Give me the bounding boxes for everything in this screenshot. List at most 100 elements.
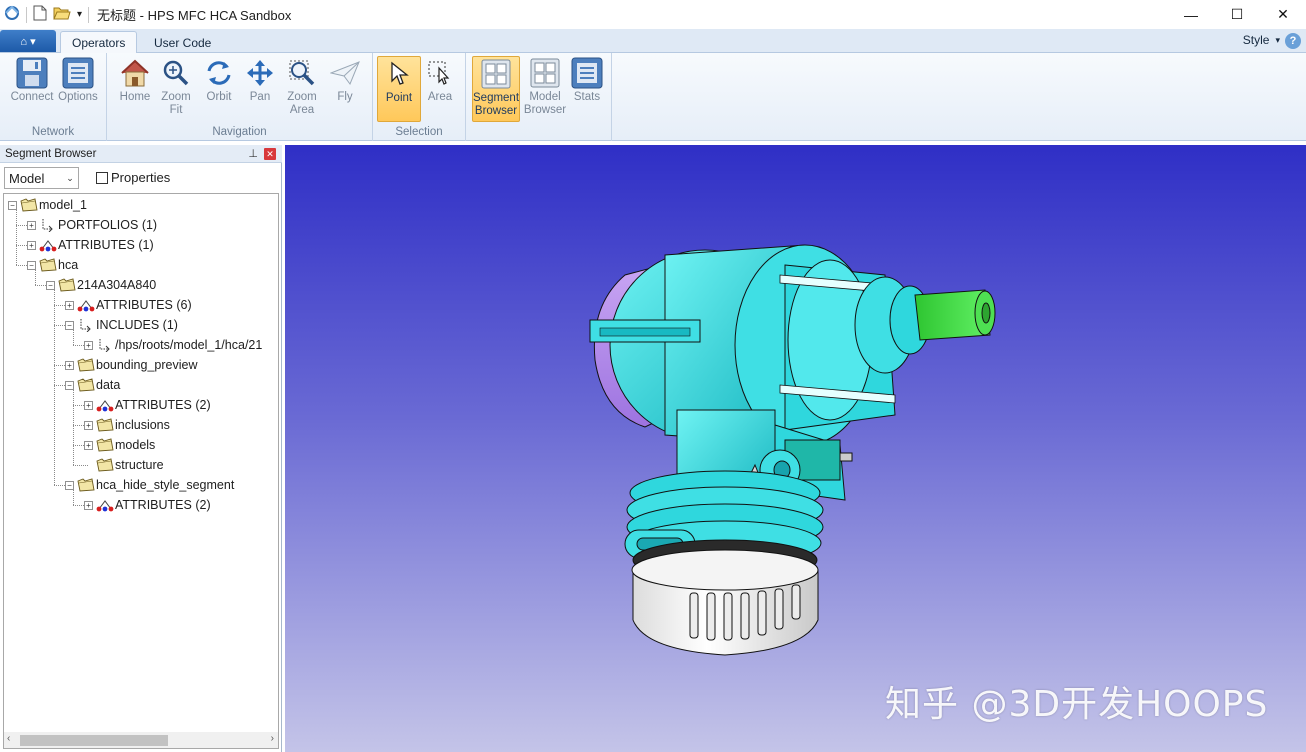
zoom-area-label: Zoom Area — [287, 91, 317, 116]
tree-connector — [54, 290, 55, 485]
home-button[interactable]: Home — [113, 56, 157, 122]
model-browser-label: Model Browser — [523, 91, 567, 116]
stats-icon — [570, 56, 604, 90]
expand-icon[interactable]: + — [27, 220, 36, 230]
close-panel-button[interactable]: ✕ — [264, 148, 276, 160]
tree-node[interactable]: + inclusions — [84, 415, 170, 435]
connect-button[interactable]: Connect — [10, 56, 54, 122]
tree-node[interactable]: + ATTRIBUTES (6) — [65, 295, 192, 315]
expand-icon[interactable]: + — [84, 340, 93, 350]
open-folder-icon[interactable] — [53, 5, 71, 24]
collapse-icon[interactable]: − — [65, 320, 74, 330]
tree-node-label: inclusions — [115, 418, 170, 432]
customize-qa-icon[interactable]: ▾ — [77, 9, 82, 20]
ribbon-group-selection: Point Area Selection — [373, 53, 466, 141]
chevron-down-icon: ⌄ — [66, 172, 74, 183]
scroll-right-icon[interactable]: › — [271, 733, 274, 744]
expand-icon[interactable]: + — [84, 440, 93, 450]
point-label: Point — [385, 92, 413, 104]
tab-operators[interactable]: Operators — [60, 31, 138, 54]
expand-icon[interactable]: + — [27, 240, 36, 250]
tree-node-label: /hps/roots/model_1/hca/21 — [115, 338, 263, 352]
horizontal-scrollbar[interactable]: ‹ › — [3, 732, 279, 749]
fly-button[interactable]: Fly — [323, 56, 367, 122]
group-label-network: Network — [31, 126, 75, 138]
style-menu[interactable]: Style ▾ — [1243, 33, 1280, 47]
pan-button[interactable]: Pan — [238, 56, 282, 122]
help-icon[interactable]: ? — [1285, 33, 1301, 49]
collapse-icon[interactable]: − — [65, 480, 74, 490]
tree-node[interactable]: structure — [84, 455, 164, 475]
folder-icon — [77, 478, 95, 492]
new-file-icon[interactable] — [33, 5, 47, 24]
expand-icon[interactable]: + — [65, 300, 74, 310]
tree-node-label: 214A304A840 — [77, 278, 157, 292]
segment-browser-button[interactable]: Segment Browser — [472, 56, 520, 122]
tree-node-label: ATTRIBUTES (1) — [58, 238, 154, 252]
folder-icon — [77, 378, 95, 392]
collapse-icon[interactable]: − — [46, 280, 55, 290]
tree-node[interactable]: + ATTRIBUTES (2) — [84, 495, 211, 515]
options-label: Options — [58, 91, 98, 103]
tree-node[interactable]: − hca_hide_style_segment — [65, 475, 234, 495]
tree-node[interactable]: − model_1 — [8, 195, 87, 215]
3d-viewport[interactable]: 知乎 @3D开发HOOPS — [285, 145, 1306, 752]
tree-node[interactable]: − INCLUDES (1) — [65, 315, 178, 335]
tree-node[interactable]: + ATTRIBUTES (1) — [27, 235, 154, 255]
tree-node[interactable]: − data — [65, 375, 120, 395]
expand-icon[interactable]: + — [84, 420, 93, 430]
options-icon — [61, 56, 95, 90]
stats-button[interactable]: Stats — [565, 56, 609, 122]
tree-node[interactable]: + models — [84, 435, 155, 455]
tree-node[interactable]: + /hps/roots/model_1/hca/21 — [84, 335, 262, 355]
expand-icon[interactable]: + — [65, 360, 74, 370]
area-select-button[interactable]: Area — [418, 56, 462, 122]
scroll-left-icon[interactable]: ‹ — [7, 733, 10, 744]
zoom-fit-button[interactable]: Zoom Fit — [154, 56, 198, 122]
tree-node[interactable]: − 214A304A840 — [46, 275, 156, 295]
tree-node[interactable]: − hca — [27, 255, 78, 275]
scrollbar-thumb[interactable] — [20, 735, 168, 746]
orbit-label: Orbit — [206, 91, 232, 103]
minimize-button[interactable]: — — [1168, 0, 1214, 29]
zoom-fit-label: Zoom Fit — [161, 91, 191, 116]
home-icon — [118, 56, 152, 90]
options-button[interactable]: Options — [56, 56, 100, 122]
tree-node-label: model_1 — [39, 198, 87, 212]
orbit-button[interactable]: Orbit — [197, 56, 241, 122]
engine-model[interactable] — [285, 145, 1306, 752]
attributes-icon — [96, 498, 114, 512]
tree-node[interactable]: + PORTFOLIOS (1) — [27, 215, 157, 235]
pan-label: Pan — [249, 91, 271, 103]
zoom-area-button[interactable]: Zoom Area — [280, 56, 324, 122]
group-label-selection: Selection — [395, 126, 443, 138]
expand-icon[interactable]: + — [84, 500, 93, 510]
pointer-icon — [382, 57, 416, 91]
pin-icon[interactable]: ⊥ — [248, 147, 258, 160]
collapse-icon[interactable]: − — [27, 260, 36, 270]
collapse-icon[interactable]: − — [8, 200, 17, 210]
collapse-icon[interactable]: − — [65, 380, 74, 390]
properties-checkbox[interactable]: Properties — [96, 170, 170, 185]
ribbon-group-network: Connect Options Network — [0, 53, 107, 141]
group-label-navigation: Navigation — [212, 126, 267, 138]
folder-icon — [77, 358, 95, 372]
folder-icon — [39, 258, 57, 272]
close-window-button[interactable]: ✕ — [1260, 0, 1306, 29]
tree-node[interactable]: + ATTRIBUTES (2) — [84, 395, 211, 415]
model-browser-button[interactable]: Model Browser — [521, 56, 569, 122]
maximize-button[interactable]: ☐ — [1214, 0, 1260, 29]
segment-tree[interactable]: − model_1 + PORTFOLIOS (1) + ATTRIBUTES (1) − h… — [3, 193, 279, 733]
ribbon-group-browsers: Segment Browser Model Browser Stats — [466, 53, 612, 141]
tree-node[interactable]: + bounding_preview — [65, 355, 197, 375]
folder-icon — [96, 418, 114, 432]
point-select-button[interactable]: Point — [377, 56, 421, 122]
folder-icon — [20, 198, 38, 212]
expand-icon[interactable]: + — [84, 400, 93, 410]
app-logo-icon[interactable] — [4, 5, 20, 24]
application-menu-button[interactable]: ⌂ ▾ — [0, 30, 56, 52]
folder-icon — [96, 438, 114, 452]
tab-user-code[interactable]: User Code — [143, 31, 222, 54]
checkbox-box[interactable] — [96, 171, 108, 184]
model-select[interactable]: Model ⌄ — [4, 167, 79, 189]
